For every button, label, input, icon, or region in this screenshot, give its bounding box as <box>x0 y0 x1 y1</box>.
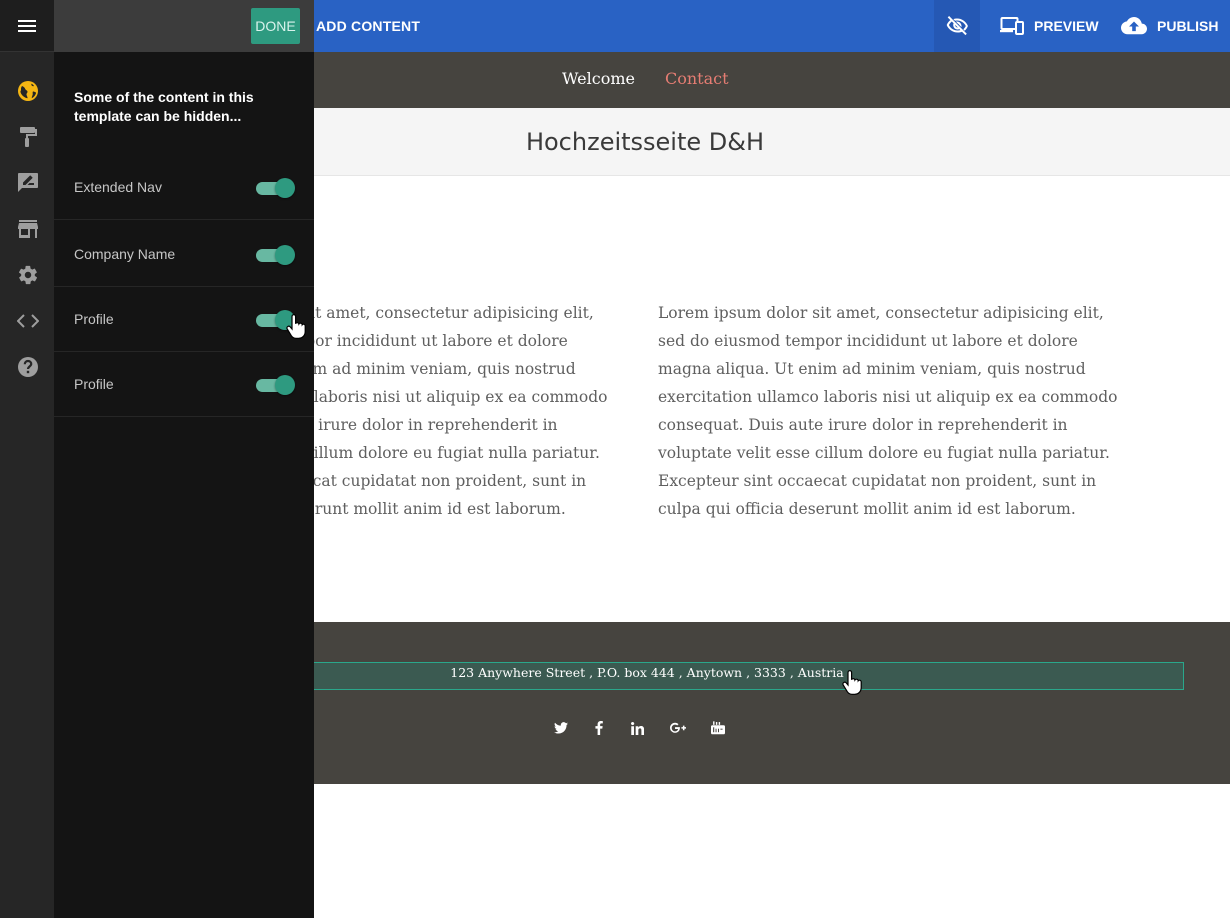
hand-cursor-icon <box>842 670 862 695</box>
add-content-button[interactable]: ADD CONTENT <box>316 0 420 52</box>
cloud-upload-icon <box>1121 17 1147 35</box>
text-column-right[interactable]: Lorem ipsum dolor sit amet, consectetur … <box>658 299 1128 523</box>
publish-button[interactable]: PUBLISH <box>1121 0 1218 52</box>
edit-note-icon[interactable] <box>17 172 39 194</box>
toggle-row-profile-1: Profile <box>54 287 314 352</box>
done-button[interactable]: DONE <box>251 8 300 44</box>
toggle-label: Profile <box>74 311 114 327</box>
toggle-label: Company Name <box>74 246 176 262</box>
nav-link-welcome[interactable]: Welcome <box>562 52 635 106</box>
youtube-icon[interactable] <box>708 718 728 738</box>
hand-cursor-icon <box>286 314 306 339</box>
facebook-icon[interactable] <box>589 718 609 738</box>
twitter-icon[interactable] <box>551 718 571 738</box>
publish-label: PUBLISH <box>1157 18 1219 34</box>
tool-rail <box>0 0 54 918</box>
gear-icon[interactable] <box>17 264 39 286</box>
preview-label: PREVIEW <box>1034 18 1099 34</box>
menu-button[interactable] <box>0 0 54 52</box>
paint-roller-icon[interactable] <box>17 126 39 148</box>
toggle-label: Profile <box>74 376 114 392</box>
code-icon[interactable] <box>17 310 39 332</box>
toggle-switch-extended-nav[interactable] <box>256 178 295 198</box>
hamburger-icon <box>18 19 36 32</box>
eye-off-icon <box>946 16 968 36</box>
panel-header: DONE <box>54 0 314 52</box>
devices-icon <box>1000 17 1024 35</box>
toggle-label: Extended Nav <box>74 179 162 195</box>
toggle-row-profile-2: Profile <box>54 352 314 417</box>
nav-link-contact[interactable]: Contact <box>665 52 729 106</box>
preview-button[interactable]: PREVIEW <box>1000 0 1099 52</box>
store-icon[interactable] <box>17 218 39 240</box>
linkedin-icon[interactable] <box>627 718 647 738</box>
panel-intro-text: Some of the content in this template can… <box>74 89 254 124</box>
visibility-settings-panel: DONE Some of the content in this templat… <box>54 0 314 918</box>
toggle-hidden-button[interactable] <box>934 0 980 52</box>
globe-icon[interactable] <box>17 80 39 102</box>
google-plus-icon[interactable] <box>668 718 688 738</box>
toggle-switch-profile-2[interactable] <box>256 375 295 395</box>
toggle-row-extended-nav: Extended Nav <box>54 155 314 220</box>
help-icon[interactable] <box>17 356 39 378</box>
toggle-row-company-name: Company Name <box>54 222 314 287</box>
toggle-switch-company-name[interactable] <box>256 245 295 265</box>
